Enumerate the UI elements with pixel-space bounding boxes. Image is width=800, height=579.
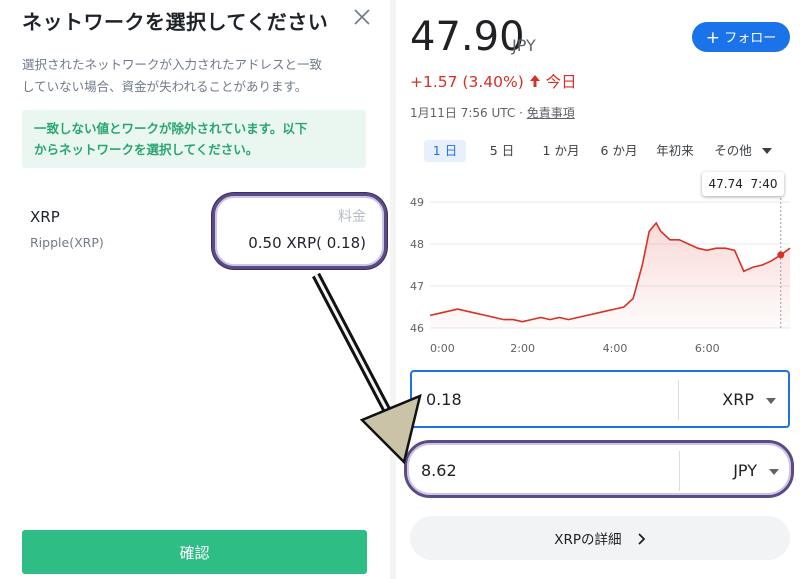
y-tick-label: 46 <box>410 322 424 335</box>
y-tick-label: 47 <box>410 280 424 293</box>
y-tick-label: 48 <box>410 238 424 251</box>
price-unit: JPY <box>512 36 536 55</box>
x-tick-label: 0:00 <box>430 342 455 355</box>
x-tick-label: 2:00 <box>510 342 535 355</box>
close-icon[interactable] <box>351 6 373 28</box>
from-value[interactable]: 0.18 <box>426 390 462 409</box>
price-change: +1.57 (3.40%) 今日 <box>410 70 577 92</box>
current-price: 47.90 <box>410 14 525 60</box>
disclaimer-link[interactable]: 免責事項 <box>527 106 575 120</box>
fee-value: 0.50 XRP( 0.18) <box>248 234 366 252</box>
network-name[interactable]: XRP <box>30 208 60 226</box>
x-tick-label: 4:00 <box>603 342 628 355</box>
caret-down-icon[interactable] <box>766 398 776 404</box>
tab-5d[interactable]: 5 日 <box>482 140 522 162</box>
tab-ytd[interactable]: 年初来 <box>650 140 700 162</box>
fee-label: 料金 <box>338 209 366 225</box>
change-value: +1.57 (3.40%) <box>410 73 524 91</box>
chart-tooltip: 47.74 7:40 <box>702 172 784 196</box>
warning-line: 一致しない値とワークが除外されています。以下 <box>34 121 308 136</box>
caret-down-icon[interactable] <box>769 469 779 475</box>
converter-separator <box>678 380 679 420</box>
description-line: していない場合、資金が失われることがあります。 <box>22 79 308 94</box>
from-unit[interactable]: XRP <box>722 390 754 409</box>
x-tick-label: 6:00 <box>695 342 720 355</box>
price-chart[interactable]: 49 48 47 46 0:00 2:00 4:00 6:00 <box>396 190 800 360</box>
tab-6m[interactable]: 6 か月 <box>594 140 644 162</box>
tab-more[interactable]: その他 <box>708 140 778 162</box>
tooltip-time: 7:40 <box>750 177 778 191</box>
chart-area <box>430 223 790 328</box>
to-value[interactable]: 8.62 <box>421 461 457 480</box>
updated-time: 1月11日 7:56 UTC · 免責事項 <box>410 104 575 121</box>
network-subtitle: Ripple(XRP) <box>30 235 104 250</box>
change-suffix: 今日 <box>545 73 577 91</box>
warning-line: からネットワークを選択してください。 <box>34 142 259 157</box>
to-unit[interactable]: JPY <box>733 461 757 480</box>
follow-label: フォロー <box>724 30 777 46</box>
converter-to[interactable]: 8.62 JPY <box>404 440 794 498</box>
range-tabs: 1 日 5 日 1 か月 6 か月 年初来 その他 <box>424 140 794 162</box>
modal-title: ネットワークを選択してください <box>22 10 329 34</box>
more-label: その他 <box>714 143 752 158</box>
network-select-modal: ネットワークを選択してください 選択されたネットワークが入力されたアドレスと一致… <box>0 0 390 579</box>
plus-icon: + <box>705 27 721 48</box>
confirm-button[interactable]: 確認 <box>22 530 367 574</box>
converter-from[interactable]: 0.18 XRP <box>410 370 790 428</box>
details-button[interactable]: XRPの詳細 <box>410 516 790 560</box>
tab-1m[interactable]: 1 か月 <box>536 140 586 162</box>
updated-text: 1月11日 7:56 UTC · <box>410 106 527 120</box>
arrow-up-icon <box>529 75 540 87</box>
chart-marker <box>777 251 785 259</box>
converter-separator <box>679 451 680 491</box>
description-line: 選択されたネットワークが入力されたアドレスと一致 <box>22 57 323 72</box>
caret-down-icon <box>761 148 772 154</box>
chevron-right-icon <box>638 533 646 545</box>
tab-1d[interactable]: 1 日 <box>424 140 466 162</box>
details-label: XRPの詳細 <box>554 532 622 548</box>
tooltip-value: 47.74 <box>708 177 743 191</box>
fee-highlight: 料金 0.50 XRP( 0.18) <box>212 193 387 269</box>
y-tick-label: 49 <box>410 196 424 209</box>
modal-description: 選択されたネットワークが入力されたアドレスと一致 していない場合、資金が失われる… <box>22 54 362 98</box>
follow-button[interactable]: + フォロー <box>692 22 790 52</box>
warning-notice: 一致しない値とワークが除外されています。以下 からネットワークを選択してください… <box>22 110 366 168</box>
